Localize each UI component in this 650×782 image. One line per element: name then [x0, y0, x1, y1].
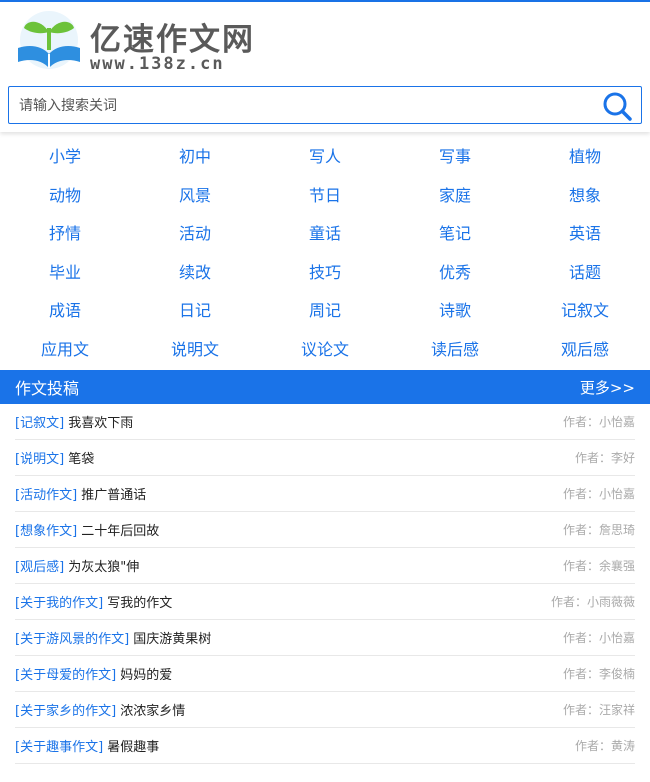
sprout-book-logo[interactable]	[12, 10, 87, 72]
article-title-link[interactable]: 为灰太狼"伸	[68, 560, 139, 575]
category-link[interactable]: 童话	[260, 219, 390, 258]
article-author: 作者：李俊楠	[562, 667, 635, 681]
category-link[interactable]: 英语	[520, 219, 650, 258]
category-link[interactable]: 毕业	[0, 258, 130, 297]
more-link[interactable]: 更多>>	[580, 377, 635, 398]
article-title-link[interactable]: 推广普通话	[81, 488, 146, 503]
list-item: [关于母爱的作文] 妈妈的爱 作者：李俊楠	[15, 656, 635, 692]
category-link[interactable]: 日记	[130, 296, 260, 335]
search-icon[interactable]	[601, 90, 633, 122]
category-link[interactable]: 初中	[130, 142, 260, 181]
category-link[interactable]: 抒情	[0, 219, 130, 258]
category-link[interactable]: 想象	[520, 181, 650, 220]
article-author: 作者：小怡嘉	[562, 415, 635, 429]
article-title-link[interactable]: 写我的作文	[107, 596, 172, 611]
category-link[interactable]: 笔记	[390, 219, 520, 258]
category-link[interactable]: 诗歌	[390, 296, 520, 335]
category-link[interactable]: 读后感	[390, 335, 520, 374]
article-category-link[interactable]: [关于家乡的作文]	[15, 704, 116, 719]
category-link[interactable]: 观后感	[520, 335, 650, 374]
category-link[interactable]: 话题	[520, 258, 650, 297]
article-category-link[interactable]: [关于趣事作文]	[15, 740, 103, 755]
search-box	[8, 86, 642, 125]
article-author: 作者：小怡嘉	[562, 631, 635, 645]
category-link[interactable]: 议论文	[260, 335, 390, 374]
list-item: [关于我的作文] 写我的作文 作者：小雨薇薇	[15, 584, 635, 620]
article-category-link[interactable]: [说明文]	[15, 452, 64, 467]
category-link[interactable]: 活动	[130, 219, 260, 258]
list-item: [想象作文] 二十年后回故 作者：詹思琦	[15, 512, 635, 548]
article-title-link[interactable]: 笔袋	[68, 452, 94, 467]
category-link[interactable]: 植物	[520, 142, 650, 181]
list-item: [关于游风景的作文] 国庆游黄果树 作者：小怡嘉	[15, 620, 635, 656]
site-domain: www.138z.cn	[90, 54, 225, 74]
list-item: [说明文] 笔袋 作者：李好	[15, 440, 635, 476]
category-link[interactable]: 小学	[0, 142, 130, 181]
category-link[interactable]: 优秀	[390, 258, 520, 297]
article-author: 作者：余襄强	[562, 559, 635, 573]
list-item: [观后感] 为灰太狼"伸 作者：余襄强	[15, 548, 635, 584]
article-category-link[interactable]: [关于我的作文]	[15, 596, 103, 611]
category-link[interactable]: 写事	[390, 142, 520, 181]
category-link[interactable]: 动物	[0, 181, 130, 220]
category-link[interactable]: 技巧	[260, 258, 390, 297]
article-category-link[interactable]: [关于母爱的作文]	[15, 668, 116, 683]
article-title-link[interactable]: 二十年后回故	[81, 524, 159, 539]
article-title-link[interactable]: 浓浓家乡情	[120, 704, 185, 719]
category-link[interactable]: 应用文	[0, 335, 130, 374]
article-author: 作者：詹思琦	[562, 523, 635, 537]
article-author: 作者：李好	[574, 451, 635, 465]
category-link[interactable]: 说明文	[130, 335, 260, 374]
category-link[interactable]: 风景	[130, 181, 260, 220]
list-item: [活动作文] 推广普通话 作者：小怡嘉	[15, 476, 635, 512]
article-author: 作者：小雨薇薇	[550, 595, 635, 609]
category-grid: 小学 初中 写人 写事 植物 动物 风景 节日 家庭 想象 抒情 活动 童话 笔…	[0, 132, 650, 364]
search-input[interactable]	[9, 87, 601, 125]
list-item: [关于家乡的作文] 浓浓家乡情 作者：汪家祥	[15, 692, 635, 728]
article-author: 作者：汪家祥	[562, 703, 635, 717]
article-author: 作者：黄涛	[574, 739, 635, 753]
site-brand-name[interactable]: 亿速作文网	[90, 14, 255, 59]
list-item: [记叙文] 我喜欢下雨 作者：小怡嘉	[15, 404, 635, 440]
section-header-bar: 作文投稿 更多>>	[0, 370, 650, 404]
article-title-link[interactable]: 国庆游黄果树	[133, 632, 211, 647]
list-item: [关于趣事作文] 暑假趣事 作者：黄涛	[15, 728, 635, 764]
article-category-link[interactable]: [观后感]	[15, 560, 64, 575]
article-title-link[interactable]: 我喜欢下雨	[68, 416, 133, 431]
article-category-link[interactable]: [记叙文]	[15, 416, 64, 431]
article-title-link[interactable]: 暑假趣事	[107, 740, 159, 755]
category-link[interactable]: 节日	[260, 181, 390, 220]
article-category-link[interactable]: [关于游风景的作文]	[15, 632, 129, 647]
article-category-link[interactable]: [活动作文]	[15, 488, 77, 503]
category-link[interactable]: 家庭	[390, 181, 520, 220]
category-link[interactable]: 周记	[260, 296, 390, 335]
site-header: 亿速作文网 www.138z.cn	[0, 2, 650, 132]
article-title-link[interactable]: 妈妈的爱	[120, 668, 172, 683]
category-link[interactable]: 写人	[260, 142, 390, 181]
article-author: 作者：小怡嘉	[562, 487, 635, 501]
category-link[interactable]: 成语	[0, 296, 130, 335]
category-link[interactable]: 续改	[130, 258, 260, 297]
article-category-link[interactable]: [想象作文]	[15, 524, 77, 539]
article-list: [记叙文] 我喜欢下雨 作者：小怡嘉 [说明文] 笔袋 作者：李好 [活动作文]…	[15, 404, 635, 764]
category-link[interactable]: 记叙文	[520, 296, 650, 335]
section-title: 作文投稿	[15, 379, 80, 398]
